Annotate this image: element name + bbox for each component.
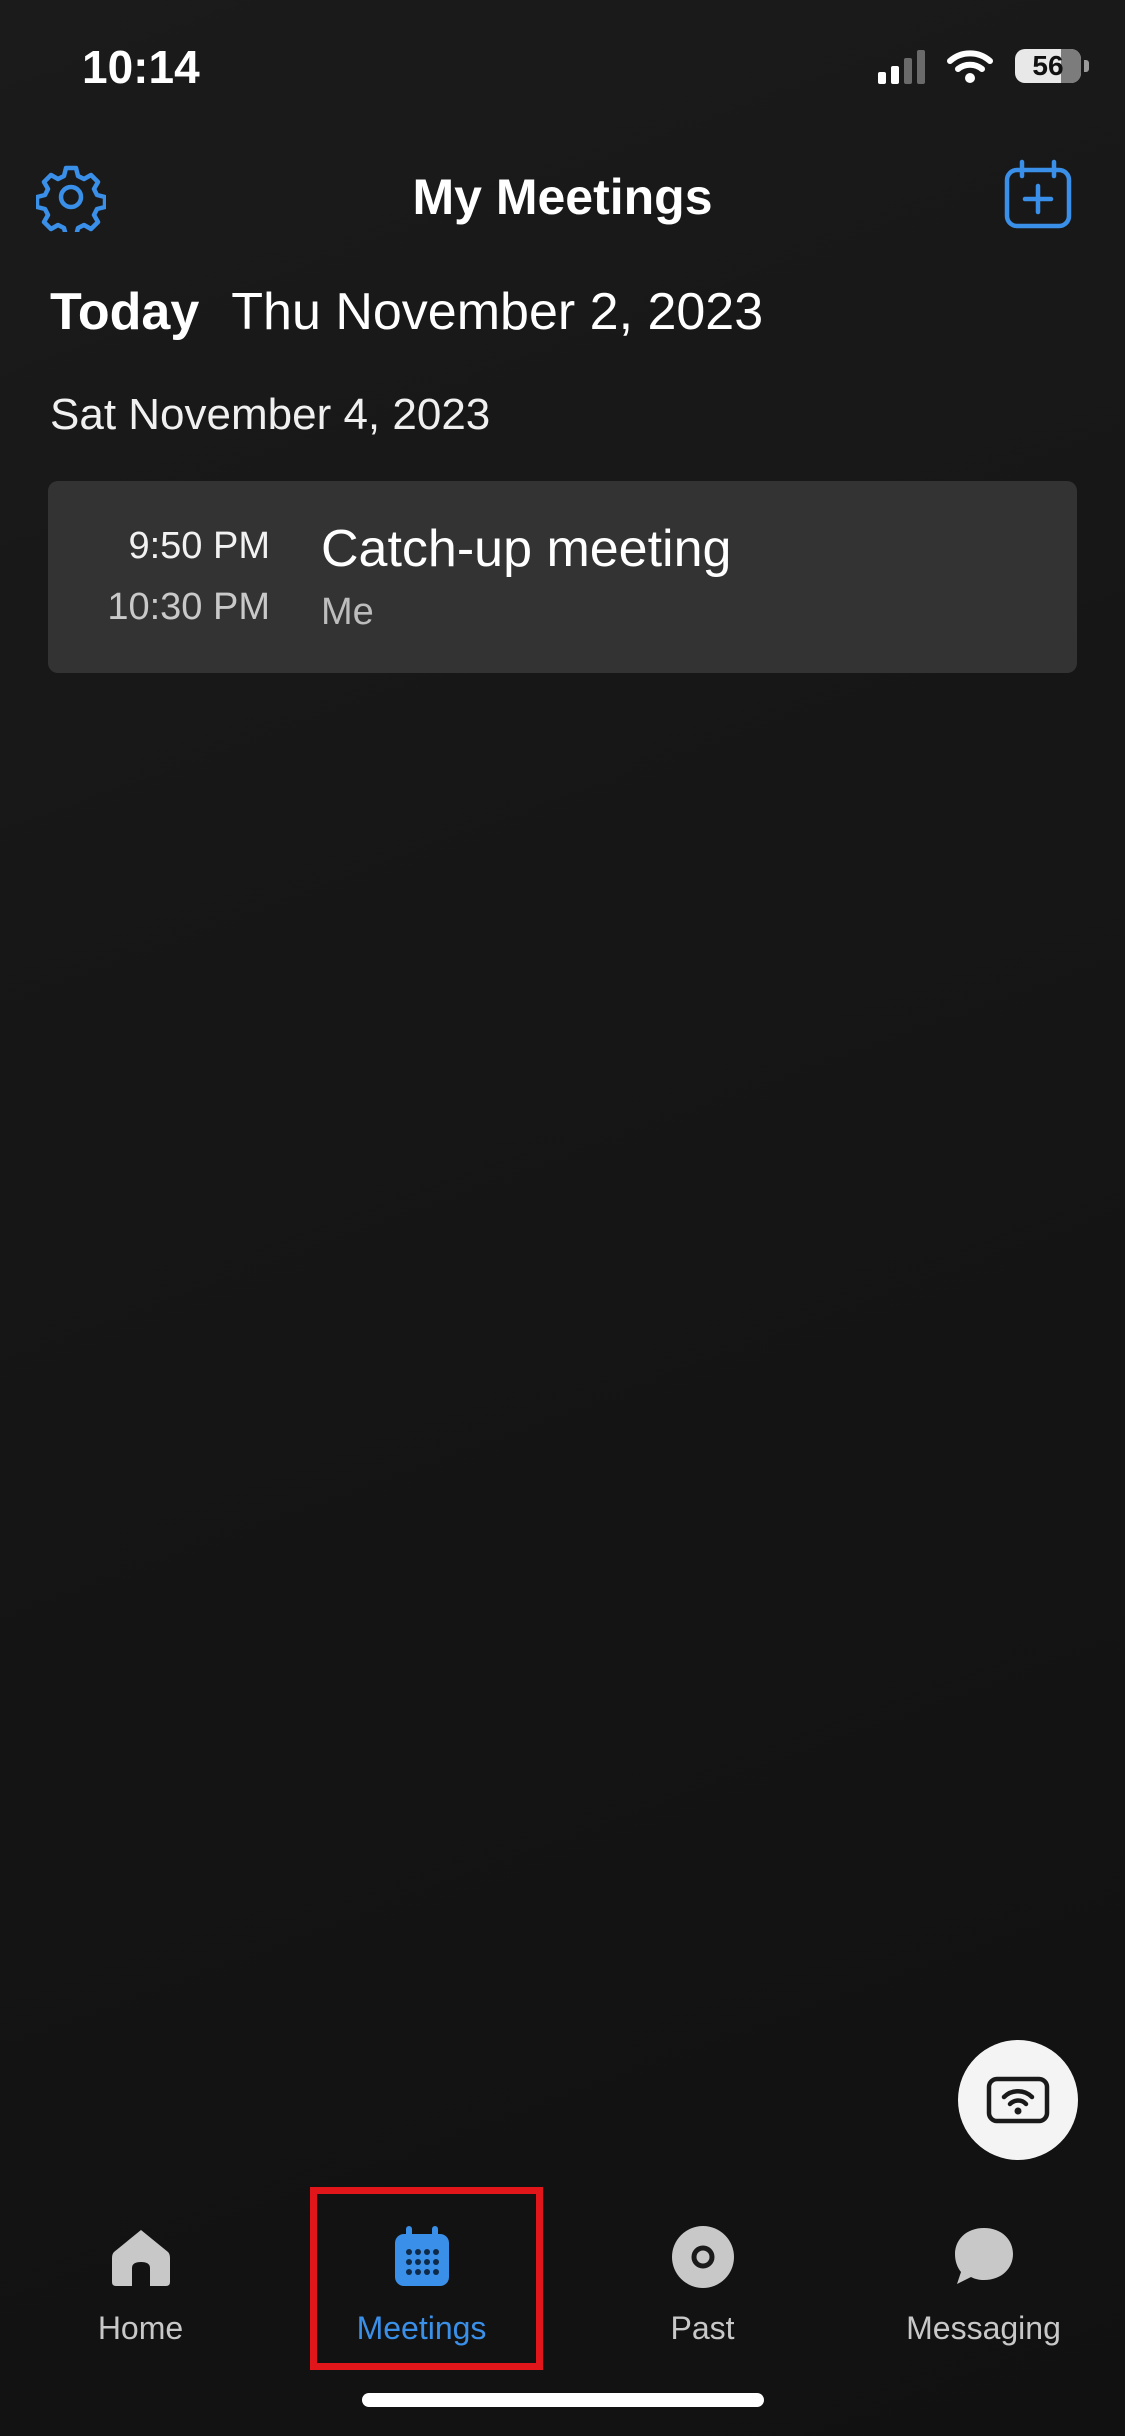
meeting-start-time: 9:50 PM xyxy=(128,525,270,567)
battery-level: 56 xyxy=(1032,50,1064,81)
disc-icon xyxy=(671,2226,734,2288)
home-icon xyxy=(111,2230,170,2286)
battery-icon: 56 xyxy=(1015,49,1089,83)
today-label: Today xyxy=(50,283,200,341)
calendar-plus-icon[interactable] xyxy=(1001,158,1075,232)
wifi-icon xyxy=(947,50,993,83)
status-bar: 10:14 56 xyxy=(0,0,1125,140)
chat-bubble-icon xyxy=(954,2228,1013,2284)
tab-meetings-label: Meetings xyxy=(356,2310,487,2346)
calendar-icon xyxy=(394,2226,449,2286)
meeting-end-time: 10:30 PM xyxy=(107,586,270,628)
today-date: Thu November 2, 2023 xyxy=(231,283,764,341)
tab-messaging-label: Messaging xyxy=(906,2310,1061,2346)
meeting-organizer: Me xyxy=(321,591,374,633)
tab-past-label: Past xyxy=(670,2310,735,2346)
status-time: 10:14 xyxy=(82,41,200,93)
nav-header: My Meetings xyxy=(0,150,1125,250)
section-date: Sat November 4, 2023 xyxy=(50,390,491,439)
status-icons: 56 xyxy=(878,48,1089,84)
meeting-title: Catch-up meeting xyxy=(321,520,732,578)
meeting-card[interactable]: 9:50 PM 10:30 PM Catch-up meeting Me xyxy=(48,481,1077,673)
home-indicator[interactable] xyxy=(362,2393,764,2407)
cast-button[interactable] xyxy=(958,2040,1078,2160)
meeting-times: 9:50 PM 10:30 PM xyxy=(48,525,270,629)
tab-home-label: Home xyxy=(97,2310,184,2346)
cast-wifi-icon xyxy=(986,2076,1050,2124)
today-row: Today Thu November 2, 2023 xyxy=(50,282,763,342)
cellular-signal-icon xyxy=(878,48,925,84)
page-title: My Meetings xyxy=(412,169,713,225)
